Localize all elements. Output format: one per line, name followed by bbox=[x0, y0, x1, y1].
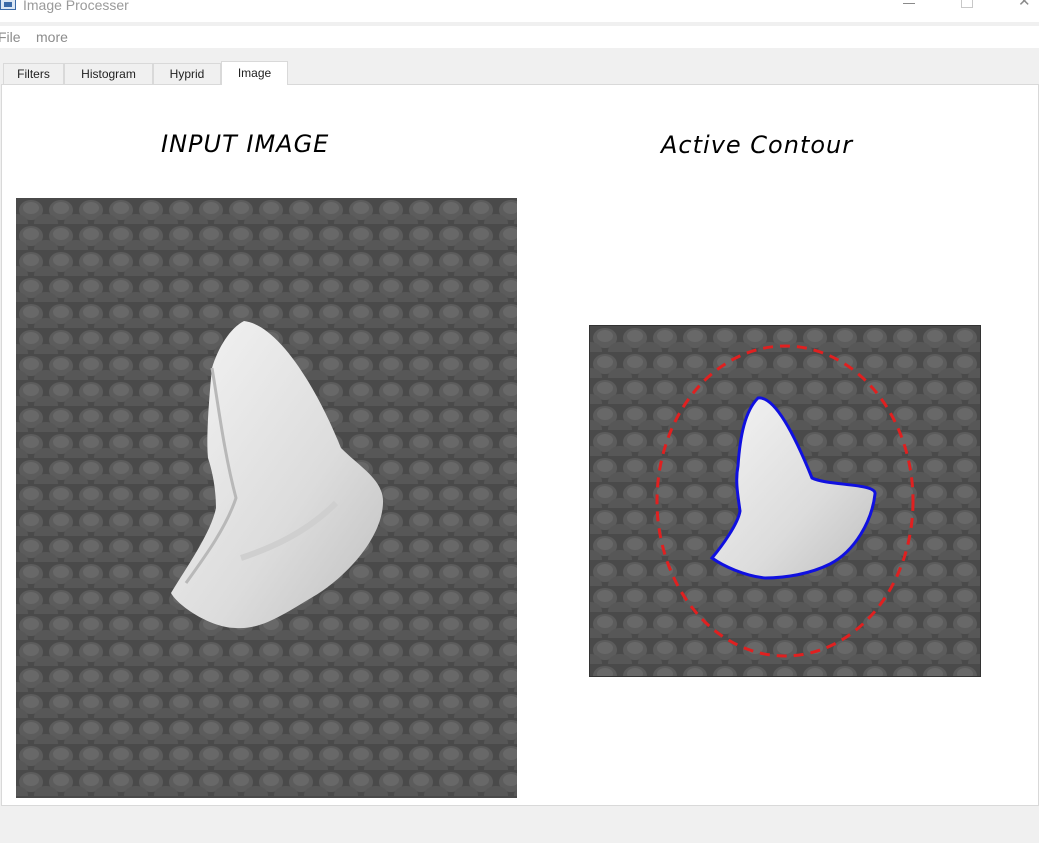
tab-histogram[interactable]: Histogram bbox=[64, 63, 153, 84]
menu-file[interactable]: File bbox=[0, 29, 21, 45]
active-contour-graphic bbox=[590, 326, 980, 676]
tab-hyprid[interactable]: Hyprid bbox=[153, 63, 221, 84]
menu-more[interactable]: more bbox=[36, 29, 68, 45]
menu-bar: File more bbox=[0, 26, 1039, 48]
active-contour-image bbox=[589, 325, 981, 677]
input-image-heading: INPUT IMAGE bbox=[161, 130, 330, 158]
window-title: Image Processer bbox=[23, 0, 129, 13]
title-bar: Image Processer ✕ bbox=[0, 0, 1039, 22]
tab-bar: Filters Histogram Hyprid Image bbox=[0, 61, 1039, 85]
app-icon bbox=[0, 0, 16, 10]
close-icon: ✕ bbox=[1018, 0, 1031, 10]
active-contour-heading: Active Contour bbox=[661, 131, 854, 159]
maximize-button[interactable] bbox=[944, 0, 990, 16]
input-image bbox=[16, 198, 517, 798]
input-image-graphic bbox=[16, 198, 517, 798]
minimize-button[interactable] bbox=[886, 0, 932, 16]
tab-filters[interactable]: Filters bbox=[3, 63, 64, 84]
maximize-icon bbox=[961, 0, 973, 8]
close-button[interactable]: ✕ bbox=[1002, 0, 1039, 16]
minimize-icon bbox=[903, 3, 915, 4]
tab-image[interactable]: Image bbox=[221, 61, 288, 85]
